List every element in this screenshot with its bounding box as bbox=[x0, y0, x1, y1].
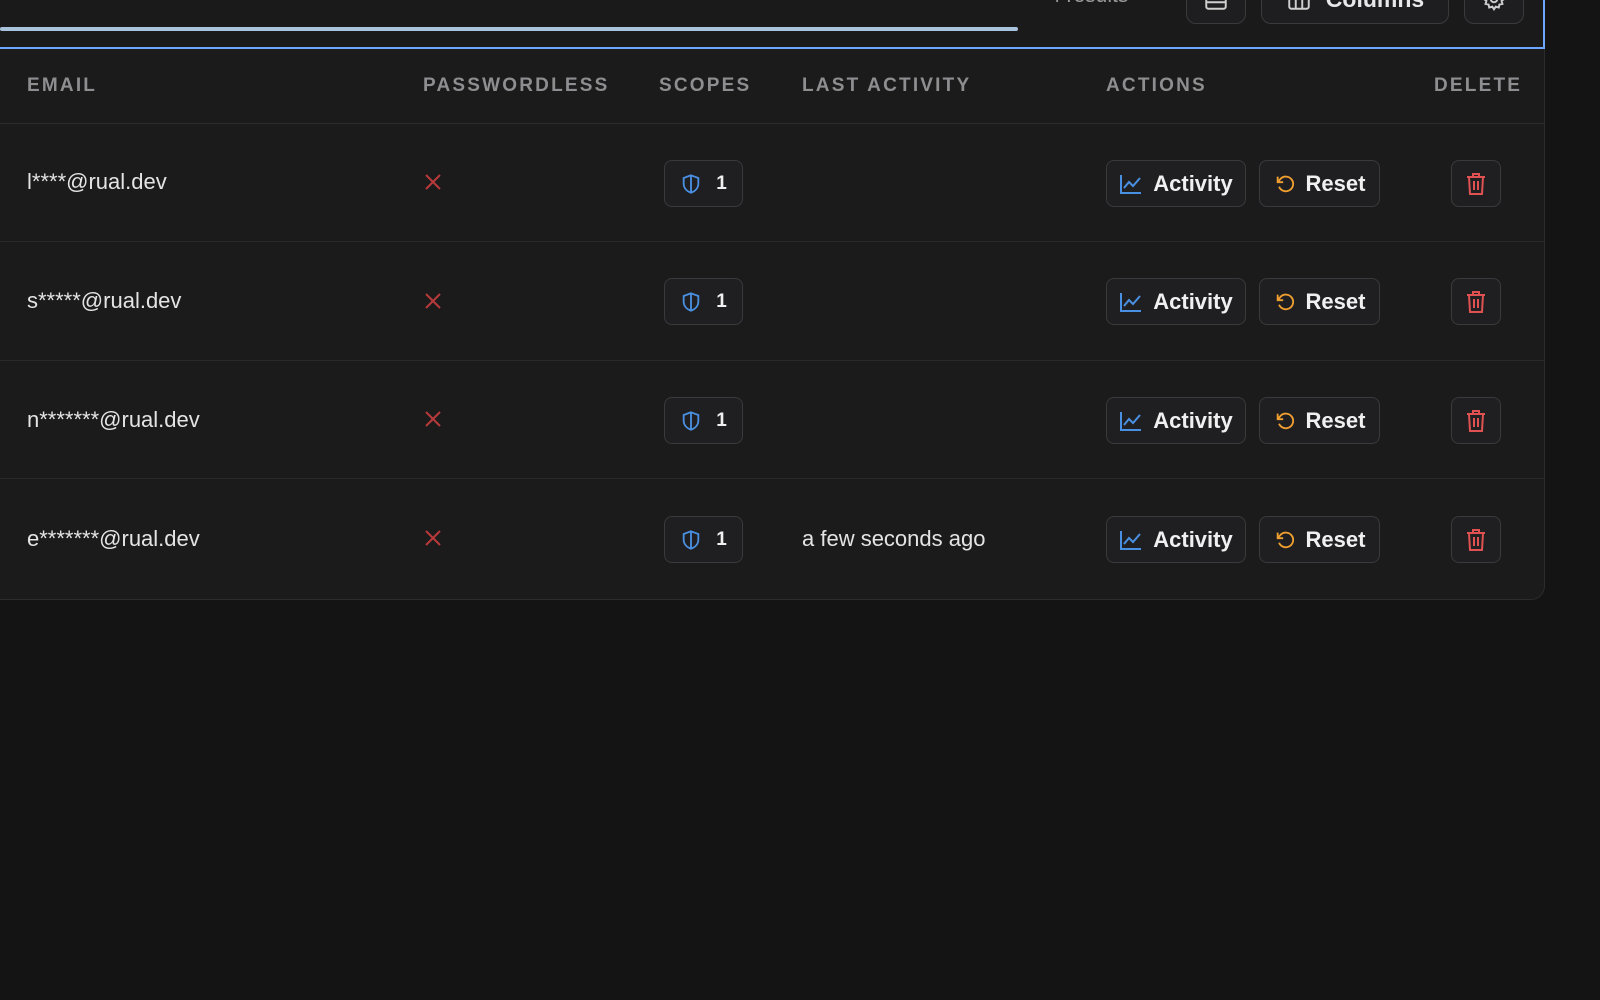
columns-label: Columns bbox=[1326, 0, 1424, 13]
shield-icon bbox=[682, 529, 700, 550]
column-header-last-activity[interactable]: LAST ACTIVITY bbox=[802, 75, 971, 97]
scopes-badge[interactable]: 1 bbox=[664, 278, 743, 325]
activity-label: Activity bbox=[1153, 526, 1233, 552]
x-icon bbox=[425, 174, 441, 190]
column-header-actions: ACTIONS bbox=[1106, 75, 1207, 96]
chart-line-icon bbox=[1120, 411, 1142, 431]
scopes-count: 1 bbox=[716, 290, 727, 312]
reset-label: Reset bbox=[1305, 170, 1366, 196]
rotate-ccw-icon bbox=[1276, 175, 1294, 192]
gear-icon bbox=[1483, 0, 1505, 12]
x-icon bbox=[425, 411, 441, 427]
x-icon bbox=[425, 530, 441, 546]
scopes-count: 1 bbox=[716, 528, 727, 550]
reset-label: Reset bbox=[1305, 526, 1366, 552]
delete-button[interactable] bbox=[1451, 278, 1501, 325]
trash-icon bbox=[1467, 172, 1485, 195]
loading-progress-bar bbox=[0, 27, 1018, 31]
columns-button[interactable]: Columns bbox=[1261, 0, 1449, 24]
rotate-ccw-icon bbox=[1276, 412, 1294, 429]
activity-label: Activity bbox=[1153, 288, 1233, 314]
scopes-badge[interactable]: 1 bbox=[664, 397, 743, 444]
reset-button[interactable]: Reset bbox=[1259, 278, 1380, 325]
trash-icon bbox=[1467, 290, 1485, 313]
activity-label: Activity bbox=[1153, 170, 1233, 196]
activity-button[interactable]: Activity bbox=[1106, 516, 1246, 563]
trash-icon bbox=[1467, 409, 1485, 432]
reset-button[interactable]: Reset bbox=[1259, 160, 1380, 207]
reset-label: Reset bbox=[1305, 407, 1366, 433]
shield-icon bbox=[682, 173, 700, 194]
trash-icon bbox=[1467, 528, 1485, 551]
activity-button[interactable]: Activity bbox=[1106, 397, 1246, 444]
table-row: l****@rual.dev 1 Activity Reset bbox=[0, 124, 1544, 242]
user-email: e*******@rual.dev bbox=[27, 526, 200, 551]
scopes-count: 1 bbox=[716, 172, 727, 194]
column-header-email[interactable]: EMAIL bbox=[27, 75, 97, 97]
results-count: 4 results bbox=[1049, 0, 1128, 8]
density-toggle-button[interactable] bbox=[1186, 0, 1246, 24]
column-header-passwordless[interactable]: PASSWORDLESS bbox=[423, 75, 610, 97]
user-email: n*******@rual.dev bbox=[27, 407, 200, 432]
column-header-delete: DELETE bbox=[1434, 75, 1523, 96]
column-header-scopes[interactable]: SCOPES bbox=[659, 75, 751, 97]
activity-button[interactable]: Activity bbox=[1106, 278, 1246, 325]
shield-icon bbox=[682, 291, 700, 312]
reset-button[interactable]: Reset bbox=[1259, 516, 1380, 563]
x-icon bbox=[425, 293, 441, 309]
columns-icon bbox=[1288, 0, 1310, 10]
activity-label: Activity bbox=[1153, 407, 1233, 433]
activity-button[interactable]: Activity bbox=[1106, 160, 1246, 207]
chart-line-icon bbox=[1120, 530, 1142, 550]
reset-label: Reset bbox=[1305, 288, 1366, 314]
rotate-ccw-icon bbox=[1276, 293, 1294, 310]
scopes-badge[interactable]: 1 bbox=[664, 516, 743, 563]
user-email: l****@rual.dev bbox=[27, 169, 167, 194]
last-activity: a few seconds ago bbox=[802, 526, 986, 551]
settings-button[interactable] bbox=[1464, 0, 1524, 24]
delete-button[interactable] bbox=[1451, 160, 1501, 207]
delete-button[interactable] bbox=[1451, 516, 1501, 563]
chart-line-icon bbox=[1120, 174, 1142, 194]
scopes-count: 1 bbox=[716, 409, 727, 431]
shield-icon bbox=[682, 410, 700, 431]
user-email: s*****@rual.dev bbox=[27, 288, 182, 313]
delete-button[interactable] bbox=[1451, 397, 1501, 444]
table-layout-icon bbox=[1205, 0, 1227, 10]
reset-button[interactable]: Reset bbox=[1259, 397, 1380, 444]
scopes-badge[interactable]: 1 bbox=[664, 160, 743, 207]
table-row: s*****@rual.dev 1 Activity Reset bbox=[0, 243, 1544, 361]
table-toolbar: 4 results Columns bbox=[0, 0, 1545, 49]
table-row: e*******@rual.dev 1 a few seconds ago Ac… bbox=[0, 480, 1544, 598]
rotate-ccw-icon bbox=[1276, 531, 1294, 548]
chart-line-icon bbox=[1120, 292, 1142, 312]
table-row: n*******@rual.dev 1 Activity Reset bbox=[0, 361, 1544, 479]
table-header: EMAIL PASSWORDLESS SCOPES LAST ACTIVITY … bbox=[0, 48, 1544, 124]
